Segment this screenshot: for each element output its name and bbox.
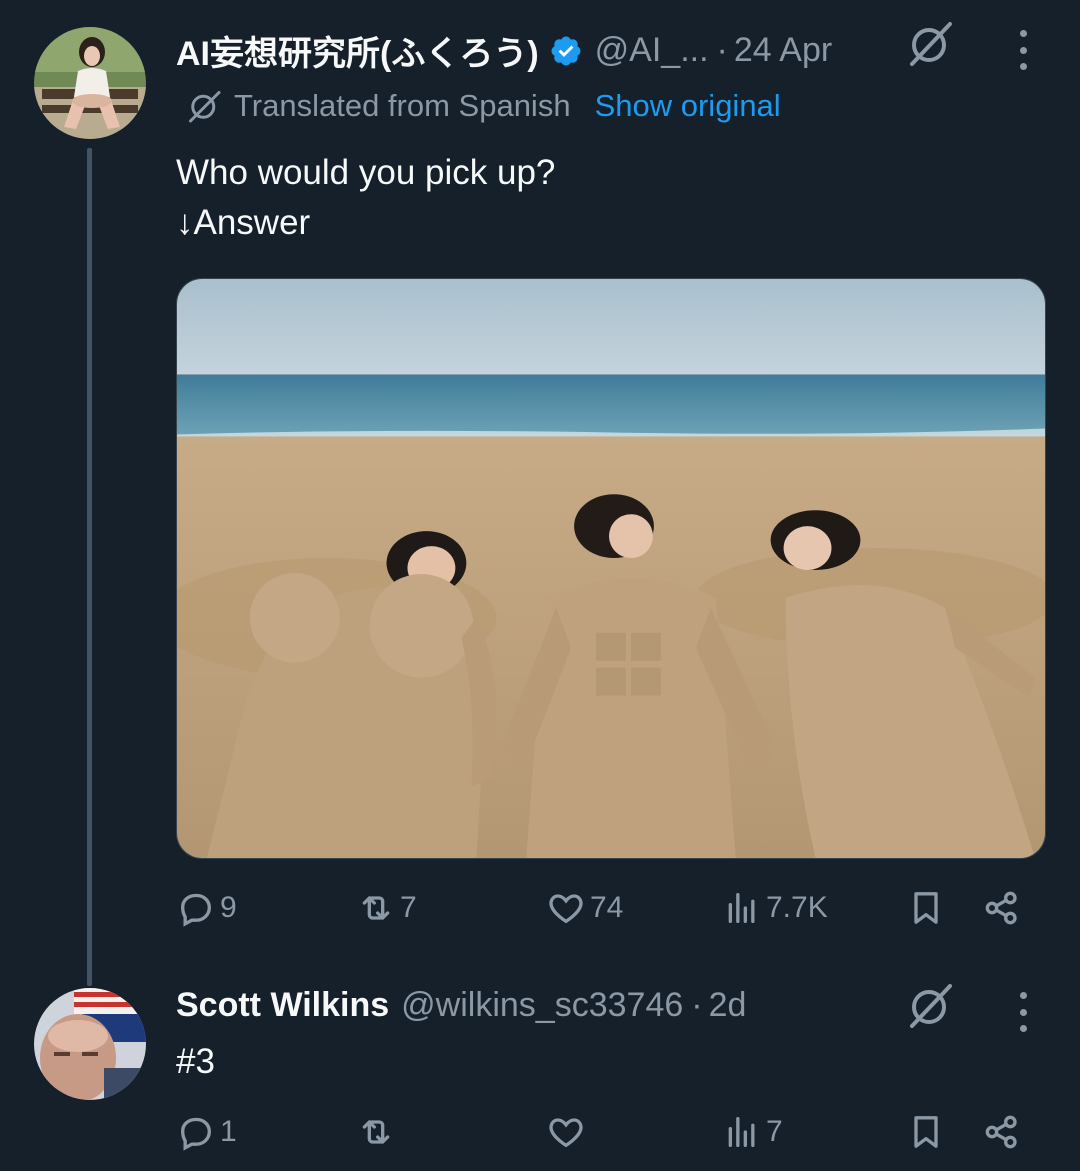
like-button[interactable]: 74 xyxy=(546,888,623,928)
separator-dot: · xyxy=(716,31,728,69)
heart-icon xyxy=(549,1118,583,1148)
reply-author-avatar[interactable] xyxy=(34,988,146,1100)
reply-count: 9 xyxy=(220,891,237,924)
heart-icon xyxy=(549,894,583,924)
like-count: 74 xyxy=(590,891,624,924)
reply-share-button[interactable] xyxy=(982,1112,1022,1152)
share-button[interactable] xyxy=(982,888,1022,928)
repost-count: 7 xyxy=(400,891,417,924)
reply-header: Scott Wilkins @wilkins_sc33746 · 2d xyxy=(176,986,746,1025)
reply-icon xyxy=(180,893,212,927)
beach-sand-sculpture-photo xyxy=(177,279,1045,858)
thread-connector-line xyxy=(87,148,92,986)
views-button[interactable]: 7.7K xyxy=(722,888,828,928)
share-icon xyxy=(985,891,1017,925)
reply-author-display-name[interactable]: Scott Wilkins xyxy=(176,986,389,1025)
reply-views-button[interactable]: 7 xyxy=(722,1112,783,1152)
reply-separator-dot: · xyxy=(691,986,703,1024)
translated-from-label: Translated from Spanish xyxy=(234,88,571,123)
tweet-text-line-1: Who would you pick up? xyxy=(176,153,556,192)
reply-reply-count: 1 xyxy=(220,1115,237,1148)
views-chart-icon xyxy=(728,893,755,923)
author-handle[interactable]: @AI_... xyxy=(595,31,709,70)
bookmark-button[interactable] xyxy=(906,888,946,928)
tweet-media-photo[interactable] xyxy=(176,278,1046,859)
repost-icon xyxy=(362,896,390,920)
translation-notice: Translated from Spanish Show original xyxy=(186,88,781,124)
show-original-link[interactable]: Show original xyxy=(595,88,781,124)
reply-button[interactable]: 9 xyxy=(176,888,237,928)
reply-bookmark-button[interactable] xyxy=(906,1112,946,1152)
reply-views-count: 7 xyxy=(766,1115,783,1148)
reply-text: #3 xyxy=(176,1042,215,1081)
reply-author-handle[interactable]: @wilkins_sc33746 xyxy=(401,986,683,1025)
reply-grok-icon[interactable] xyxy=(906,982,954,1030)
reply-action-bar: 1 7 xyxy=(176,1104,1046,1164)
author-display-name[interactable]: AI妄想研究所(ふくろう) xyxy=(176,26,539,75)
repost-button[interactable]: 7 xyxy=(356,888,417,928)
more-options-icon[interactable] xyxy=(1016,30,1030,70)
repost-icon xyxy=(362,1120,390,1144)
tweet-header: AI妄想研究所(ふくろう) @AI_... · 24 Apr xyxy=(176,26,832,75)
views-chart-icon xyxy=(728,1117,755,1147)
verified-badge-icon[interactable] xyxy=(549,34,583,68)
avatar-woman-on-bench-icon xyxy=(34,27,146,139)
share-icon xyxy=(985,1115,1017,1149)
bookmark-icon xyxy=(914,892,938,924)
translate-grok-icon xyxy=(189,91,221,123)
tweet-action-bar: 9 7 74 7.7K xyxy=(176,880,1046,940)
tweet-timestamp[interactable]: 24 Apr xyxy=(734,31,832,70)
reply-more-options-icon[interactable] xyxy=(1016,992,1030,1032)
reply-icon xyxy=(180,1117,212,1151)
views-count: 7.7K xyxy=(766,891,828,924)
tweet-text-line-2: ↓Answer xyxy=(176,203,311,242)
reply-like-button[interactable] xyxy=(546,1112,586,1152)
grok-icon[interactable] xyxy=(906,20,954,68)
author-avatar[interactable] xyxy=(34,27,146,139)
bookmark-icon xyxy=(914,1116,938,1148)
reply-reply-button[interactable]: 1 xyxy=(176,1112,237,1152)
reply-timestamp[interactable]: 2d xyxy=(709,986,747,1025)
avatar-man-with-banner-icon xyxy=(34,988,146,1100)
reply-repost-button[interactable] xyxy=(356,1112,396,1152)
